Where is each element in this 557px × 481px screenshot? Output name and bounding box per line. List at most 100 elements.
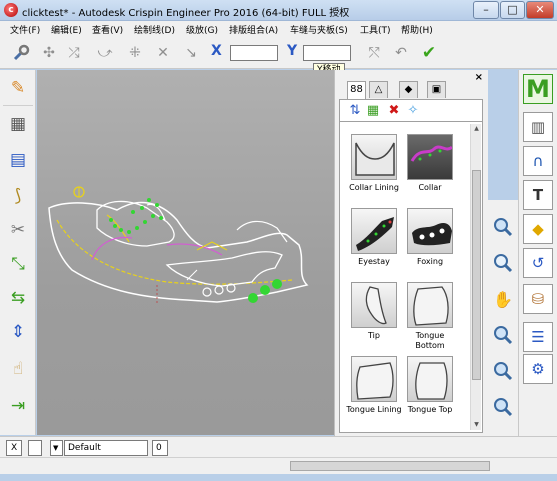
shoe-pattern-drawing: [48, 186, 309, 305]
horizontal-scrollbar[interactable]: [0, 457, 557, 474]
tongue-top-thumbnail: [407, 356, 453, 402]
view-toolbar: ✋: [488, 200, 518, 436]
hand-pointer-icon[interactable]: ☝: [4, 355, 32, 383]
notepad-icon[interactable]: ▤: [4, 146, 32, 174]
y-coordinate-label: Y: [287, 43, 298, 59]
main-toolbar: ✣ ⤮ ⤻ ⁜ ✕ ↘ X Y ⤲ ↶ ✔: [0, 37, 557, 69]
text-tool-icon[interactable]: T: [523, 180, 553, 210]
calculator-icon[interactable]: ▦: [4, 110, 32, 138]
mirror-icon[interactable]: ⇆: [4, 284, 32, 312]
item-label: Tongue Bottom: [415, 331, 445, 350]
pattern-icon[interactable]: ▥: [523, 112, 553, 142]
maximize-button[interactable]: □: [500, 1, 525, 19]
arrow-tool-icon[interactable]: ↘: [180, 42, 202, 64]
tab-color[interactable]: ◆: [399, 81, 418, 98]
menu-edit[interactable]: 编辑(E): [48, 22, 85, 37]
window-border: [0, 474, 557, 481]
menu-draw[interactable]: 绘制线(D): [131, 22, 178, 37]
tab-material[interactable]: ▣: [427, 81, 446, 98]
minimize-button[interactable]: –: [473, 1, 499, 19]
item-label: Eyestay: [358, 257, 390, 266]
menu-layout[interactable]: 排版组合(A): [226, 22, 281, 37]
layer-dropdown-arrow-icon[interactable]: ▼: [50, 440, 63, 456]
tab-grid[interactable]: 88: [347, 81, 366, 99]
join-tool-icon[interactable]: ⤮: [63, 42, 85, 64]
gallery-item-tip[interactable]: Tip: [346, 282, 402, 341]
delete-icon[interactable]: ✖: [385, 102, 403, 120]
zoom-actual-size-icon[interactable]: [490, 394, 516, 420]
node-tool-icon[interactable]: ✣: [38, 42, 60, 64]
sort-icon[interactable]: ⇅: [346, 102, 364, 120]
drawing-canvas[interactable]: [37, 70, 334, 435]
left-toolbar: ✎ ▦ ▤ ⟆ ✂ ⤡ ⇆ ⇕ ☝ ⇥: [0, 70, 36, 435]
paint-bucket-icon[interactable]: ⛁: [523, 284, 553, 314]
pattern-gallery: Collar Lining Collar Eyestay Foxing Tip: [339, 121, 483, 433]
line-tool-icon[interactable]: ⟆: [4, 182, 32, 210]
close-button[interactable]: ✕: [526, 1, 554, 19]
app-icon: c: [4, 3, 18, 17]
tip-thumbnail: [351, 282, 397, 328]
gallery-item-tongue-lining[interactable]: Tongue Lining: [346, 356, 402, 415]
window-title: clicktest* - Autodesk Crispin Engineer P…: [22, 8, 350, 19]
curve-tool-icon[interactable]: ⤻: [94, 42, 116, 64]
settings-gear-icon[interactable]: ⚙: [523, 354, 553, 384]
cross-tool-icon[interactable]: ✕: [152, 42, 174, 64]
foxing-thumbnail: [407, 208, 453, 254]
apply-check-icon[interactable]: ✔: [418, 42, 440, 64]
gallery-item-eyestay[interactable]: Eyestay: [346, 208, 402, 267]
collar-lining-thumbnail: [351, 134, 397, 180]
item-label: Tongue Lining: [346, 405, 402, 414]
align-icon[interactable]: ⇕: [4, 318, 32, 346]
zoom-icon[interactable]: [490, 214, 516, 240]
undo-icon[interactable]: ↶: [390, 42, 412, 64]
gallery-item-collar-lining[interactable]: Collar Lining: [346, 134, 402, 193]
x-coordinate-input[interactable]: [230, 45, 278, 61]
zoom-in-icon[interactable]: [490, 322, 516, 348]
wrench-icon[interactable]: [10, 42, 32, 64]
scroll-down-arrow-icon[interactable]: ▼: [471, 420, 482, 430]
menu-view[interactable]: 查看(V): [89, 22, 126, 37]
export-icon[interactable]: ⇥: [4, 392, 32, 420]
offset-icon[interactable]: ⤡: [4, 250, 32, 278]
menu-tools[interactable]: 工具(T): [357, 22, 394, 37]
layer-select[interactable]: Default: [64, 440, 148, 456]
grid-view-icon[interactable]: ▦: [364, 102, 382, 120]
menu-stitch[interactable]: 车缝与夹板(S): [287, 22, 351, 37]
status-checkbox[interactable]: [28, 440, 42, 456]
eyestay-thumbnail: [351, 208, 397, 254]
menu-help[interactable]: 帮助(H): [398, 22, 436, 37]
tongue-bottom-thumbnail: [407, 282, 453, 328]
scatter-tool-icon[interactable]: ⁜: [124, 42, 146, 64]
tag-icon[interactable]: ◆: [523, 214, 553, 244]
zoom-window-icon[interactable]: [490, 250, 516, 276]
item-label: Collar Lining: [349, 183, 399, 192]
list-icon[interactable]: ☰: [523, 322, 553, 352]
item-label: Tongue Top: [407, 405, 453, 414]
item-label: Foxing: [416, 257, 444, 266]
y-coordinate-input[interactable]: [303, 45, 351, 61]
gallery-item-tongue-bottom[interactable]: Tongue Bottom: [402, 282, 458, 351]
panel-toolbar: ⇅ ▦ ✖ ✧: [339, 99, 483, 121]
zoom-previous-icon[interactable]: [490, 358, 516, 384]
tab-shape[interactable]: △: [369, 81, 388, 98]
gallery-scrollbar[interactable]: ▲ ▼: [470, 124, 481, 430]
logo-m[interactable]: M: [523, 74, 553, 104]
menu-grade[interactable]: 级放(G): [183, 22, 221, 37]
scroll-up-arrow-icon[interactable]: ▲: [471, 124, 482, 134]
rotate-icon[interactable]: ↺: [523, 248, 553, 278]
horizontal-scrollbar-thumb[interactable]: [290, 461, 490, 471]
menu-file[interactable]: 文件(F): [7, 22, 43, 37]
magnet-icon[interactable]: ∩: [523, 146, 553, 176]
style-library-panel: × 88 △ ◆ ▣ ⇅ ▦ ✖ ✧ Collar Lining Collar …: [334, 70, 488, 436]
status-x-button[interactable]: X: [6, 440, 22, 456]
gallery-item-collar[interactable]: Collar: [402, 134, 458, 193]
scissor-line-icon[interactable]: ⤲: [363, 42, 385, 64]
scrollbar-thumb[interactable]: [472, 170, 481, 380]
title-bar: c clicktest* - Autodesk Crispin Engineer…: [0, 0, 557, 21]
gallery-item-foxing[interactable]: Foxing: [402, 208, 458, 267]
pencil-icon[interactable]: ✎: [4, 74, 32, 102]
cut-icon[interactable]: ✂: [4, 216, 32, 244]
magic-wand-icon[interactable]: ✧: [404, 102, 422, 120]
gallery-item-tongue-top[interactable]: Tongue Top: [402, 356, 458, 415]
pan-hand-icon[interactable]: ✋: [490, 286, 516, 312]
